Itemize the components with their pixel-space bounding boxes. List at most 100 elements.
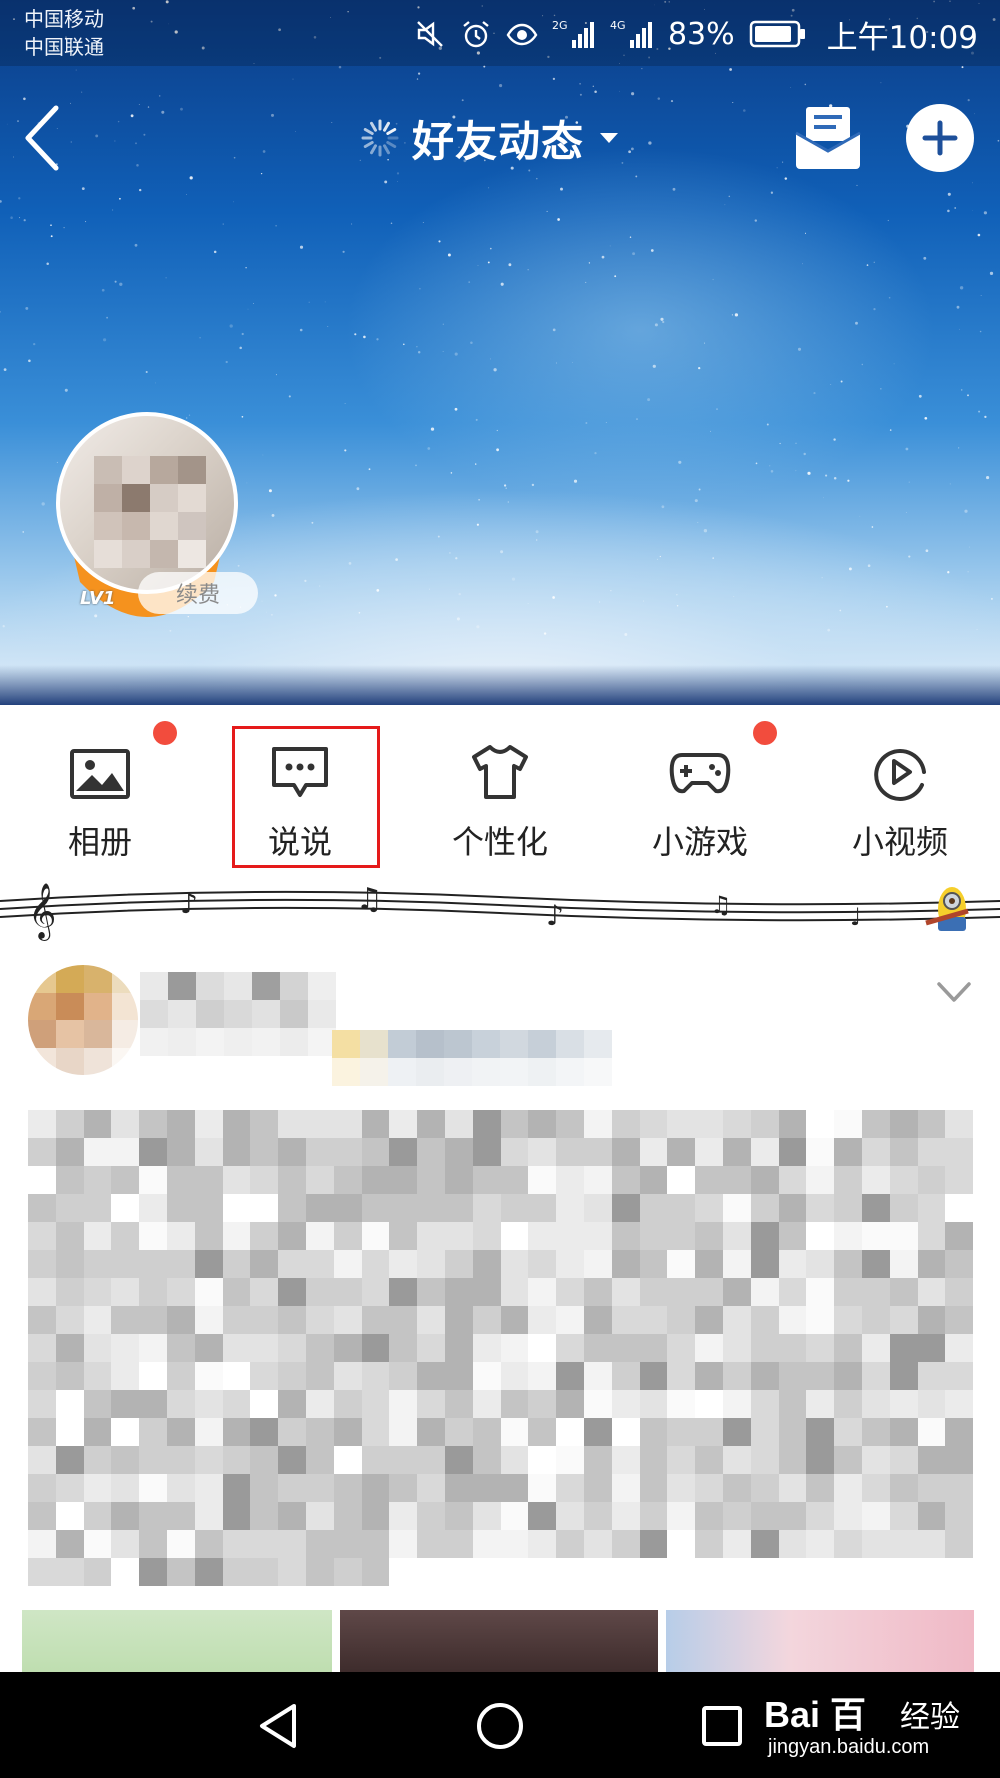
mosaic-cell [889, 1250, 918, 1278]
mosaic-cell [194, 1222, 223, 1250]
post-image-thumb[interactable] [666, 1610, 974, 1672]
mosaic-cell [750, 1474, 779, 1502]
mosaic-cell [806, 1334, 835, 1362]
mosaic-cell [834, 1194, 862, 1222]
post-images[interactable] [22, 1610, 974, 1672]
mosaic-cell [83, 1390, 112, 1418]
mosaic-cell [583, 1418, 612, 1446]
mosaic-cell [139, 1306, 167, 1334]
mosaic-cell [778, 1362, 807, 1390]
mosaic-cell [945, 1194, 974, 1222]
menu-item-personalize[interactable]: 个性化 [400, 705, 600, 873]
mosaic-cell [611, 1474, 640, 1502]
mosaic-cell [667, 1474, 696, 1502]
mosaic-cell [778, 1222, 807, 1250]
mosaic-cell [500, 1166, 529, 1194]
mosaic-cell [889, 1278, 918, 1306]
album-new-badge [153, 721, 177, 745]
mosaic-cell [417, 1474, 445, 1502]
mosaic-cell [722, 1390, 751, 1418]
post-image-thumb[interactable] [340, 1610, 658, 1672]
mosaic-cell [528, 1334, 557, 1362]
mosaic-cell [389, 1306, 418, 1334]
renew-button[interactable]: 续费 [138, 572, 258, 614]
feed-switcher[interactable]: 好友动态 [360, 108, 619, 168]
mosaic-cell [806, 1110, 835, 1138]
mosaic-cell [444, 1222, 473, 1250]
mosaic-cell [333, 1110, 362, 1138]
mosaic-cell [389, 1558, 418, 1586]
mosaic-cell [55, 1502, 84, 1530]
mosaic-cell [917, 1278, 946, 1306]
mosaic-cell [444, 1138, 473, 1166]
back-arrow-icon[interactable] [18, 100, 72, 176]
mosaic-cell [305, 1110, 334, 1138]
mosaic-cell [361, 1194, 390, 1222]
post-image-thumb[interactable] [22, 1610, 332, 1672]
mosaic-cell [250, 1446, 279, 1474]
mosaic-cell [806, 1362, 835, 1390]
mosaic-cell [222, 1502, 251, 1530]
mosaic-cell [806, 1390, 835, 1418]
mosaic-cell [889, 1362, 918, 1390]
chevron-down-icon[interactable] [935, 978, 973, 1006]
mosaic-cell [861, 1446, 890, 1474]
mosaic-cell [472, 1166, 501, 1194]
mosaic-cell [806, 1474, 835, 1502]
mosaic-cell [472, 1222, 501, 1250]
mosaic-cell [389, 1362, 418, 1390]
signal-2g-icon: 2G [552, 19, 594, 48]
carrier-secondary: 中国联通 [24, 35, 104, 59]
mosaic-cell [834, 1278, 862, 1306]
mosaic-cell [500, 1502, 529, 1530]
mosaic-cell [834, 1110, 862, 1138]
mosaic-cell [139, 1362, 167, 1390]
mosaic-cell [917, 1530, 946, 1558]
mosaic-cell [695, 1194, 723, 1222]
mosaic-cell [667, 1530, 696, 1558]
mosaic-cell [722, 1362, 751, 1390]
mosaic-cell [111, 1306, 140, 1334]
mosaic-cell [778, 1250, 807, 1278]
menu-item-shortvideo[interactable]: 小视频 [800, 705, 1000, 873]
mosaic-cell [222, 1194, 251, 1222]
mosaic-cell [361, 1446, 390, 1474]
post-author-avatar[interactable] [28, 965, 138, 1075]
mosaic-cell [305, 1390, 334, 1418]
nav-home-circle-icon[interactable] [472, 1698, 528, 1754]
avatar[interactable] [56, 412, 238, 594]
mosaic-cell [361, 1502, 390, 1530]
mosaic-cell [889, 1194, 918, 1222]
mosaic-cell [222, 1334, 251, 1362]
mosaic-cell [945, 1418, 974, 1446]
mosaic-cell [83, 1306, 112, 1334]
mosaic-cell [28, 1222, 56, 1250]
add-post-button[interactable] [906, 104, 974, 172]
feed-post[interactable] [0, 950, 1000, 1672]
mosaic-cell [333, 1474, 362, 1502]
profile-avatar-area[interactable]: LV1 续费 [52, 412, 258, 632]
mosaic-cell [55, 1110, 84, 1138]
battery-icon [749, 20, 805, 48]
mail-icon[interactable] [792, 105, 864, 171]
nav-recents-square-icon[interactable] [694, 1698, 750, 1754]
mosaic-cell [166, 1222, 195, 1250]
mosaic-cell [556, 1362, 584, 1390]
mosaic-cell [55, 1390, 84, 1418]
mosaic-cell [361, 1278, 390, 1306]
mosaic-cell [861, 1306, 890, 1334]
mosaic-cell [667, 1362, 696, 1390]
mosaic-cell [667, 1194, 696, 1222]
nav-back-triangle-icon[interactable] [250, 1698, 306, 1754]
mosaic-cell [667, 1278, 696, 1306]
mosaic-cell [528, 1306, 557, 1334]
mosaic-cell [166, 1502, 195, 1530]
mosaic-cell [528, 1474, 557, 1502]
mosaic-cell [695, 1390, 723, 1418]
avatar-mosaic [94, 456, 206, 568]
mosaic-cell [806, 1530, 835, 1558]
mosaic-cell [222, 1110, 251, 1138]
mosaic-cell [667, 1306, 696, 1334]
mosaic-cell [556, 1390, 584, 1418]
mosaic-cell [139, 1390, 167, 1418]
